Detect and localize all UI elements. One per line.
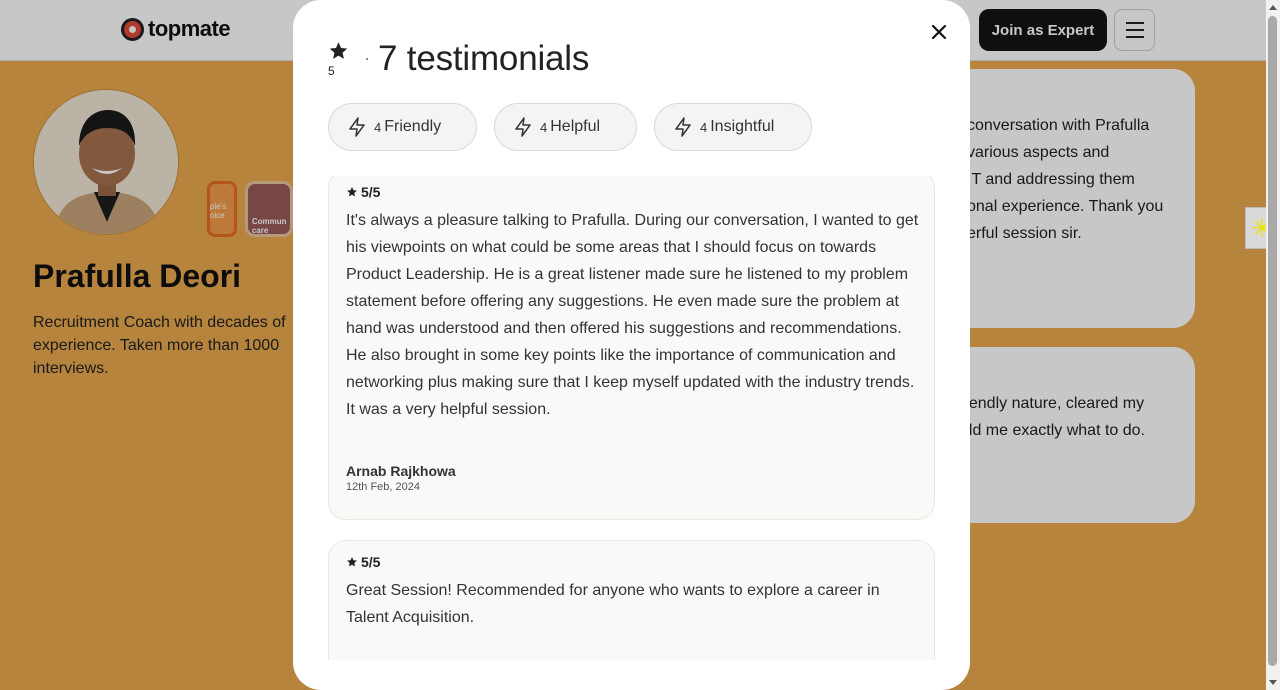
chip-label: Insightful [710, 118, 775, 135]
testimonials-modal: 5 7 testimonials 4 Friendly 4 Helpful 4 … [293, 0, 970, 690]
review-card: 5/5 Great Session! Recommended for anyon… [328, 540, 935, 660]
star-icon [347, 187, 357, 197]
lightning-icon [349, 117, 365, 137]
review-date: 12th Feb, 2024 [346, 481, 421, 493]
review-text: Great Session! Recommended for anyone wh… [346, 582, 880, 626]
star-icon [347, 557, 357, 567]
scroll-thumb[interactable] [1268, 16, 1277, 666]
review-text: It's always a pleasure talking to Praful… [346, 212, 919, 418]
filter-chip-insightful[interactable]: 4 Insightful [654, 103, 812, 151]
chip-count: 4 [700, 119, 708, 135]
modal-title: 7 testimonials [378, 39, 590, 78]
chip-count: 4 [540, 119, 548, 135]
reviews-list[interactable]: 5/5 It's always a pleasure talking to Pr… [328, 176, 935, 660]
review-author: Arnab Rajkhowa [346, 463, 456, 479]
scroll-up-arrow-icon[interactable] [1269, 5, 1277, 10]
star-icon [329, 42, 348, 59]
review-rating: 5/5 [346, 554, 380, 570]
chip-count: 4 [374, 119, 382, 135]
close-icon[interactable] [926, 19, 952, 45]
review-rating-text: 5/5 [361, 184, 381, 200]
chip-label: Friendly [384, 118, 442, 135]
review-card: 5/5 It's always a pleasure talking to Pr… [328, 176, 935, 520]
separator-dot [366, 58, 368, 60]
filter-chip-friendly[interactable]: 4 Friendly [328, 103, 477, 151]
lightning-icon [515, 117, 531, 137]
filter-chip-helpful[interactable]: 4 Helpful [494, 103, 637, 151]
scroll-down-arrow-icon[interactable] [1269, 680, 1277, 685]
chip-label: Helpful [550, 118, 601, 135]
lightning-icon [675, 117, 691, 137]
page-scrollbar[interactable] [1266, 0, 1280, 690]
overall-rating: 5 [328, 64, 335, 78]
review-rating: 5/5 [346, 184, 380, 200]
review-rating-text: 5/5 [361, 554, 381, 570]
